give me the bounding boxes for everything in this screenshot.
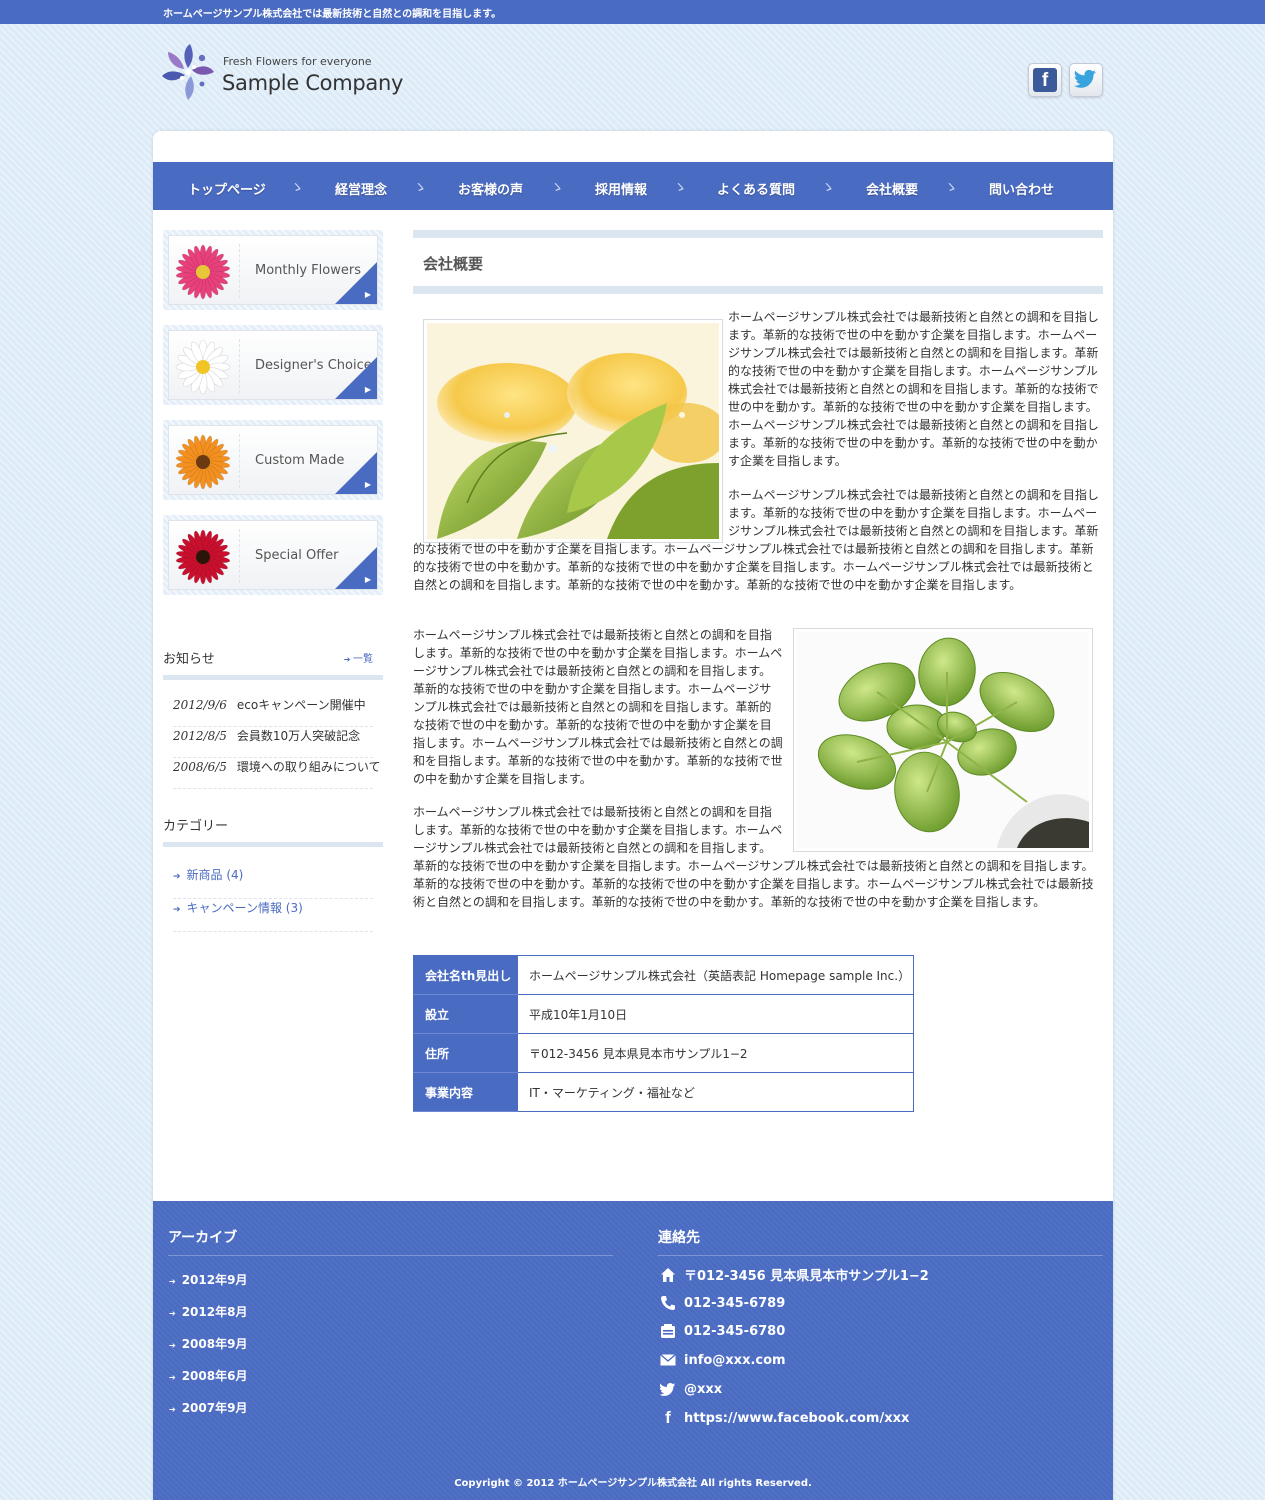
- arrow-right-icon: ▶: [364, 575, 371, 584]
- page-title: 会社概要: [423, 255, 484, 273]
- global-nav: トップページ ゝ 経営理念 ゝ お客様の声 ゝ 採用情報 ゝ よくある質問 ゝ …: [153, 162, 1113, 210]
- news-item[interactable]: 2012/9/6 ecoキャンペーン開催中: [173, 696, 373, 727]
- content-paragraph-4: ホームページサンプル株式会社では最新技術と自然との調和を目指します。革新的な技術…: [413, 805, 1094, 909]
- table-row: 会社名th見出し ホームページサンプル株式会社（英語表記 Homepage sa…: [413, 955, 914, 995]
- top-bar-text: ホームページサンプル株式会社では最新技術と自然との調和を目指します。: [163, 9, 502, 20]
- content-paragraph-2: ホームページサンプル株式会社では最新技術と自然との調和を目指します。革新的な技術…: [413, 488, 1099, 592]
- nav-philosophy[interactable]: 経営理念: [335, 179, 387, 198]
- table-cell: 平成10年1月10日: [517, 994, 914, 1034]
- contact-facebook[interactable]: f https://www.facebook.com/xxx: [658, 1408, 909, 1427]
- contact-address: 〒012-3456 見本県見本市サンプル1−2: [658, 1265, 929, 1284]
- table-row: 設立 平成10年1月10日: [413, 994, 914, 1034]
- top-bar: ホームページサンプル株式会社では最新技術と自然との調和を目指します。: [0, 0, 1265, 24]
- arrow-right-icon: ▶: [364, 290, 371, 299]
- mail-icon: [658, 1351, 678, 1369]
- banner-designers-choice[interactable]: Designer's Choice ▶: [163, 325, 383, 405]
- nav-recruit[interactable]: 採用情報: [595, 179, 647, 198]
- banner-label: Custom Made: [255, 453, 345, 468]
- news-more-link[interactable]: ➔ 一覧: [344, 650, 373, 665]
- nav-testimonials[interactable]: お客様の声: [458, 179, 523, 198]
- gerbera-orange-icon: [175, 434, 231, 490]
- phone-icon: [658, 1294, 678, 1312]
- category-item[interactable]: ➔ キャンペーン情報 (3): [173, 899, 373, 932]
- logo-tagline: Fresh Flowers for everyone: [223, 55, 372, 68]
- twitter-icon: [1074, 70, 1097, 88]
- site-logo[interactable]: Fresh Flowers for everyone Sample Compan…: [162, 43, 412, 103]
- arrow-right-icon: ➔: [169, 1405, 176, 1414]
- arrow-right-icon: ➔: [173, 905, 181, 915]
- table-cell: ホームページサンプル株式会社（英語表記 Homepage sample Inc.…: [517, 955, 914, 995]
- nav-separator: ゝ: [821, 180, 835, 196]
- nav-separator: ゝ: [944, 180, 958, 196]
- news-heading: お知らせ ➔ 一覧: [163, 648, 383, 680]
- nav-separator: ゝ: [673, 180, 687, 196]
- archive-item[interactable]: ➔ 2012年8月: [169, 1303, 247, 1320]
- logo-company-name: Sample Company: [222, 71, 404, 95]
- table-cell: 〒012-3456 見本県見本市サンプル1−2: [517, 1033, 914, 1073]
- gerbera-pink-icon: [175, 244, 231, 300]
- nav-separator: ゝ: [550, 180, 564, 196]
- archive-item[interactable]: ➔ 2008年6月: [169, 1367, 247, 1384]
- copyright: Copyright © 2012 ホームページサンプル株式会社 All righ…: [454, 1478, 812, 1489]
- category-heading: カテゴリー: [163, 815, 383, 847]
- twitter-button[interactable]: [1069, 63, 1103, 97]
- banner-monthly-flowers[interactable]: Monthly Flowers ▶: [163, 230, 383, 310]
- arrow-right-icon: ➔: [169, 1373, 176, 1382]
- banner-special-offer[interactable]: Special Offer ▶: [163, 515, 383, 595]
- table-cell: IT・マーケティング・福祉など: [517, 1072, 914, 1112]
- facebook-icon: f: [1033, 68, 1057, 92]
- arrow-right-icon: ➔: [169, 1309, 176, 1318]
- category-item[interactable]: ➔ 新商品 (4): [173, 866, 373, 899]
- arrow-right-icon: ➔: [173, 872, 181, 882]
- archive-item[interactable]: ➔ 2007年9月: [169, 1399, 247, 1416]
- table-header-cell: 設立: [413, 994, 518, 1034]
- archive-heading: アーカイブ: [168, 1227, 613, 1256]
- arrow-right-icon: ➔: [169, 1277, 176, 1286]
- fax-icon: [658, 1322, 678, 1340]
- archive-item[interactable]: ➔ 2008年9月: [169, 1335, 247, 1352]
- page-title-bar: 会社概要: [413, 230, 1103, 294]
- table-header-cell: 事業内容: [413, 1072, 518, 1112]
- table-row: 事業内容 IT・マーケティング・福祉など: [413, 1072, 914, 1112]
- nav-top-page[interactable]: トップページ: [188, 179, 266, 198]
- twitter-icon: [658, 1380, 678, 1398]
- contact-heading: 連絡先: [658, 1227, 1103, 1256]
- flower-logo-icon: [162, 44, 214, 100]
- table-header-cell: 住所: [413, 1033, 518, 1073]
- contact-email[interactable]: info@xxx.com: [658, 1351, 786, 1369]
- arrow-right-icon: ▶: [364, 480, 371, 489]
- daisy-white-icon: [175, 339, 231, 395]
- contact-phone[interactable]: 012-345-6789: [658, 1294, 785, 1312]
- nav-faq[interactable]: よくある質問: [717, 179, 795, 198]
- table-row: 住所 〒012-3456 見本県見本市サンプル1−2: [413, 1033, 914, 1073]
- facebook-icon: f: [665, 1408, 671, 1427]
- contact-twitter[interactable]: @xxx: [658, 1380, 722, 1398]
- nav-separator: ゝ: [413, 180, 427, 196]
- banner-custom-made[interactable]: Custom Made ▶: [163, 420, 383, 500]
- nav-company[interactable]: 会社概要: [866, 179, 918, 198]
- arrow-right-icon: ▶: [364, 385, 371, 394]
- nav-separator: ゝ: [290, 180, 304, 196]
- nav-contact[interactable]: 問い合わせ: [989, 179, 1054, 198]
- contact-fax: 012-345-6780: [658, 1322, 785, 1340]
- news-item[interactable]: 2012/8/5 会員数10万人突破記念: [173, 727, 373, 758]
- banner-label: Special Offer: [255, 548, 339, 563]
- gerbera-red-icon: [175, 529, 231, 585]
- company-info-table: 会社名th見出し ホームページサンプル株式会社（英語表記 Homepage sa…: [413, 955, 914, 1112]
- home-icon: [658, 1266, 678, 1284]
- news-item[interactable]: 2008/6/5 環境への取り組みについて: [173, 758, 381, 789]
- archive-item[interactable]: ➔ 2012年9月: [169, 1271, 247, 1288]
- arrow-right-icon: ➔: [169, 1341, 176, 1350]
- main-container: トップページ ゝ 経営理念 ゝ お客様の声 ゝ 採用情報 ゝ よくある質問 ゝ …: [153, 131, 1113, 1500]
- site-footer: アーカイブ ➔ 2012年9月 ➔ 2012年8月 ➔ 2008年9月 ➔ 2008年6…: [153, 1201, 1113, 1500]
- facebook-button[interactable]: f: [1028, 63, 1062, 97]
- table-header-cell: 会社名th見出し: [413, 955, 518, 995]
